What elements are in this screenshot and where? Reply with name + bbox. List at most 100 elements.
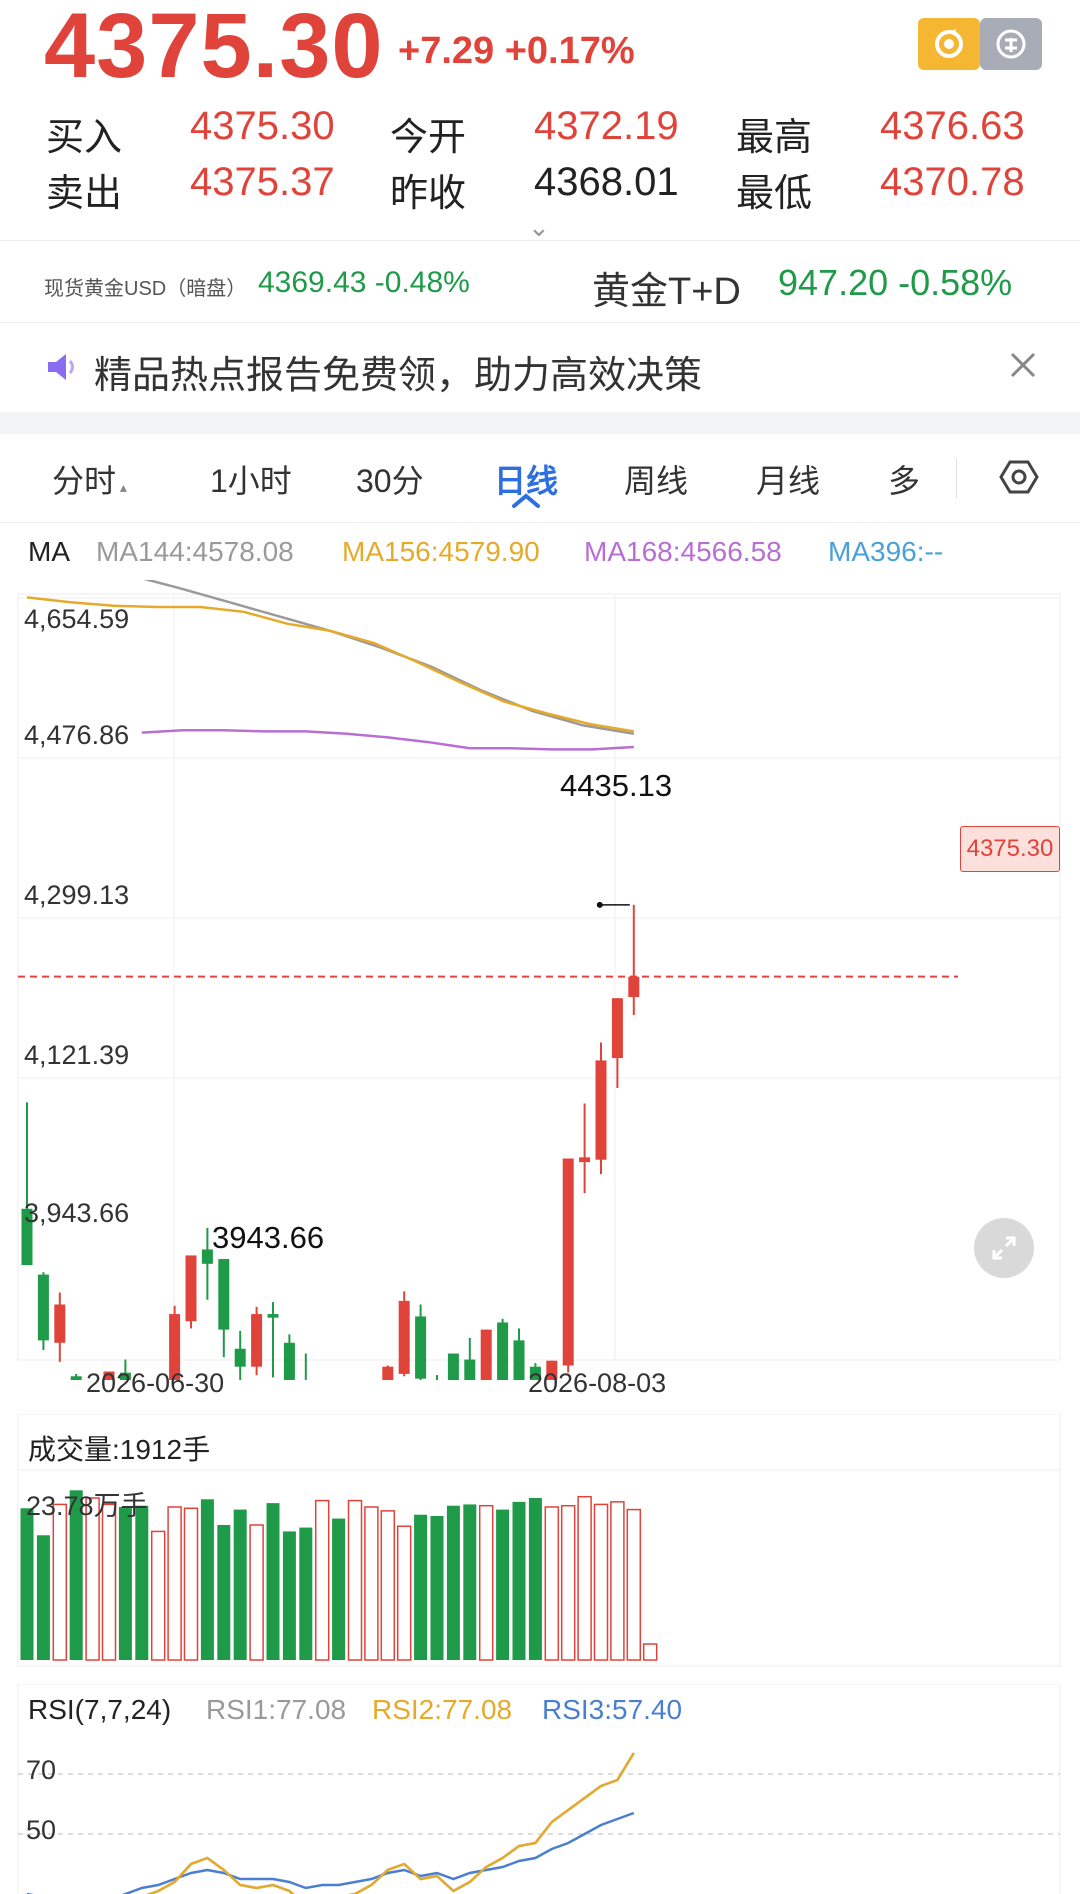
volume-bar [233,1509,247,1660]
price-axis-label: 4,121.39 [24,1040,130,1070]
gold-td-label[interactable]: 黄金T+D [592,260,741,315]
ma-line [141,728,634,751]
refresh-button[interactable] [918,18,980,70]
volume-bar [626,1508,642,1661]
expand-icon [992,1236,1016,1260]
price-axis-label: 4,299.13 [24,880,130,910]
volume-bar [118,1507,132,1660]
prev-close-label: 昨收 [390,173,467,215]
candle-body [415,1316,427,1379]
section-gap [0,412,1080,434]
candle-body [464,1359,476,1380]
date-axis-label: 2026-08-03 [528,1368,667,1398]
candle-body [37,1274,49,1341]
tab-timeshare[interactable]: 分时 ▴ [52,456,127,502]
volume-bar [544,1506,560,1661]
volume-axis-label: 23.78万手 [26,1491,148,1521]
volume-chart[interactable] [0,1414,1080,1668]
volume-bar [217,1525,231,1660]
candle [54,1292,66,1362]
candle [234,1330,246,1380]
price-axis-label: 4,654.59 [24,604,130,634]
volume-bar [577,1495,592,1661]
divider [956,458,957,498]
candlestick-chart[interactable] [0,580,1080,1380]
spot-gold-label[interactable]: 现货黄金USD（暗盘） [44,272,246,301]
tab-monthly[interactable]: 月线 [756,456,820,502]
last-price: 4375.30 [44,0,384,97]
volume-bar [299,1527,313,1660]
candle [464,1337,476,1380]
volume-bar [610,1501,625,1661]
divider [0,322,1080,323]
volume-bar [496,1509,510,1660]
close-icon[interactable] [1008,350,1038,385]
volume-bar [249,1524,264,1661]
tab-1hour[interactable]: 1小时 [210,456,292,502]
candle [382,1365,394,1380]
candle-body [185,1255,197,1322]
price-change: +7.29 +0.17% [398,30,635,72]
rsi-frame [17,1684,1061,1894]
candle [595,1042,607,1175]
candle-body [218,1259,230,1330]
volume-bar [414,1514,428,1660]
fullscreen-button[interactable] [974,1218,1034,1278]
tab-30min[interactable]: 30分 [356,456,424,502]
volume-bar [430,1516,444,1660]
gold-td-value[interactable]: 947.20 -0.58% [778,262,1012,304]
volume-bar [463,1504,477,1660]
candle [398,1291,410,1377]
min-price-annotation: 3943.66 [212,1220,325,1255]
max-pointer-dot [596,901,603,908]
low-label: 最低 [736,173,813,215]
chevron-down-icon[interactable]: ⌄ [528,212,550,243]
candle [267,1302,279,1378]
volume-bar-current [642,1643,658,1661]
ma144-value: MA144:4578.08 [96,536,294,567]
candle-body [382,1366,394,1380]
candle [628,904,640,1015]
candle [611,998,623,1088]
rsi3-line [27,1811,635,1894]
candle [480,1329,492,1380]
settings-icon[interactable] [998,456,1040,503]
volume-bar [36,1535,50,1660]
ask-value: 4375.37 [190,160,335,204]
candle [37,1272,49,1350]
promo-banner[interactable]: 精品热点报告免费领，助力高效决策 [94,344,702,399]
volume-bar [528,1498,542,1660]
candle-body [234,1348,246,1367]
volume-bar [332,1518,346,1660]
currency-exchange-icon [996,29,1026,59]
volume-bar [347,1499,363,1661]
volume-bar [593,1503,609,1661]
candle-body [562,1158,574,1366]
volume-bar [314,1499,330,1661]
candle [185,1255,197,1329]
candle-body [497,1322,509,1380]
volume-bar [20,1508,34,1660]
candle [436,1375,438,1380]
volume-bar [135,1505,149,1660]
candle [218,1259,230,1358]
rsi-chart[interactable] [0,1684,1080,1894]
candle-body [628,976,640,998]
ask-label: 卖出 [46,173,123,215]
tab-weekly[interactable]: 周线 [624,456,688,502]
tab-more[interactable]: 多 [888,456,920,502]
open-label: 今开 [390,117,467,159]
ma-label: MA [28,536,70,567]
high-value: 4376.63 [880,104,1025,148]
exchange-button[interactable] [980,18,1042,70]
volume-bar [150,1530,166,1661]
low-value: 4370.78 [880,160,1025,204]
price-axis-label: 3,943.66 [24,1198,130,1228]
candle [513,1328,525,1380]
candle-body [579,1157,591,1163]
spot-gold-value[interactable]: 4369.43 -0.48% [258,266,470,300]
high-label: 最高 [736,117,813,159]
candle-body [70,1376,82,1380]
volume-bar [167,1506,182,1661]
candle-body [447,1353,459,1380]
